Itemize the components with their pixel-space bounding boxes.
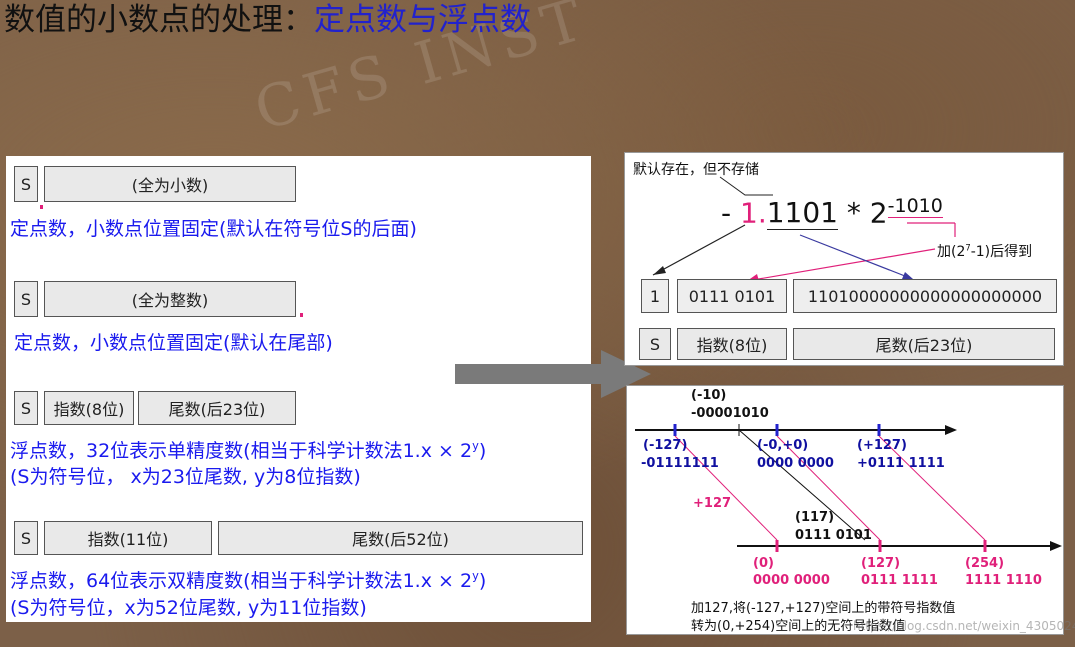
- binary-expression: - 1.1101 * 2-1010: [721, 195, 943, 231]
- radix-dot: [300, 313, 303, 317]
- radix-dot: [40, 205, 43, 209]
- page-title: 数值的小数点的处理：定点数与浮点数: [4, 0, 531, 40]
- add-127-label: +127: [693, 496, 732, 511]
- mantissa-cell: 尾数(后52位): [218, 521, 583, 555]
- bias-note: 加(27-1)后得到: [937, 242, 1033, 260]
- encoding-panel: 默认存在，但不存储 - 1.1101 * 2-1010 加(27-1)后得到 1…: [624, 152, 1064, 366]
- title-main: 数值的小数点的处理：: [4, 2, 314, 38]
- float64-desc-1: 浮点数，64位表示双精度数(相当于科学计数法1.x × 2y): [10, 568, 487, 592]
- plus-127-binary: +0111 1111: [857, 456, 945, 471]
- base-two: * 2: [846, 196, 888, 230]
- unsigned-254-binary: 1111 1110: [965, 573, 1042, 588]
- unsigned-zero-value: (0): [753, 556, 774, 571]
- plus-127-value: (+127): [857, 438, 907, 453]
- fraction-cell: (全为小数): [44, 166, 296, 202]
- sign-label-cell: S: [639, 328, 671, 360]
- mantissa-digits: 1101: [766, 196, 838, 231]
- value-117: (117): [795, 510, 835, 525]
- unsigned-127-binary: 0111 1111: [861, 573, 938, 588]
- sign-cell: S: [14, 166, 38, 202]
- mantissa-bits-cell: 11010000000000000000000: [793, 279, 1057, 313]
- value-117-binary: 0111 0101: [795, 528, 872, 543]
- unsigned-127-value: (127): [861, 556, 901, 571]
- minus-127-value: (-127): [643, 438, 688, 453]
- exponent-value: -1010: [887, 195, 943, 218]
- fixed-int-desc: 定点数，小数点位置固定(默认在尾部): [14, 332, 333, 354]
- exponent-cell: 指数(11位): [44, 521, 212, 555]
- float64-desc-2: (S为符号位，x为52位尾数, y为11位指数): [10, 597, 367, 619]
- mantissa-label-cell: 尾数(后23位): [793, 328, 1055, 360]
- zero-binary: 0000 0000: [757, 456, 834, 471]
- sign-symbol: -: [721, 196, 732, 230]
- bias-diagram-panel: (-10) -00001010 (-127) -01111111 (-0,+0)…: [626, 385, 1075, 635]
- sign-cell: S: [14, 391, 38, 425]
- source-credit: https://blog.csdn.net/weixin_43050247: [853, 619, 1075, 633]
- exponent-label-cell: 指数(8位): [677, 328, 787, 360]
- sign-cell: S: [14, 281, 38, 317]
- minus-ten-value: (-10): [691, 388, 727, 403]
- zero-value: (-0,+0): [757, 438, 809, 453]
- mantissa-cell: 尾数(后23位): [138, 391, 296, 425]
- sign-bit-cell: 1: [641, 279, 669, 313]
- exponent-bits-cell: 0111 0101: [677, 279, 787, 313]
- unsigned-254-value: (254): [965, 556, 1005, 571]
- float32-desc-2: (S为符号位， x为23位尾数, y为8位指数): [10, 466, 361, 488]
- unsigned-zero-binary: 0000 0000: [753, 573, 830, 588]
- integer-cell: (全为整数): [44, 281, 296, 317]
- minus-ten-binary: -00001010: [691, 406, 769, 421]
- fixed-frac-desc: 定点数，小数点位置固定(默认在符号位S的后面): [10, 218, 417, 240]
- minus-127-binary: -01111111: [641, 456, 719, 471]
- title-highlight: 定点数与浮点数: [314, 2, 531, 38]
- sign-cell: S: [14, 521, 38, 555]
- exponent-cell: 指数(8位): [44, 391, 134, 425]
- bias-explanation-1: 加127,将(-127,+127)空间上的带符号指数值: [691, 601, 956, 616]
- float32-desc-1: 浮点数，32位表示单精度数(相当于科学计数法1.x × 2y): [10, 438, 487, 462]
- hidden-leading-one: 1.: [740, 196, 767, 230]
